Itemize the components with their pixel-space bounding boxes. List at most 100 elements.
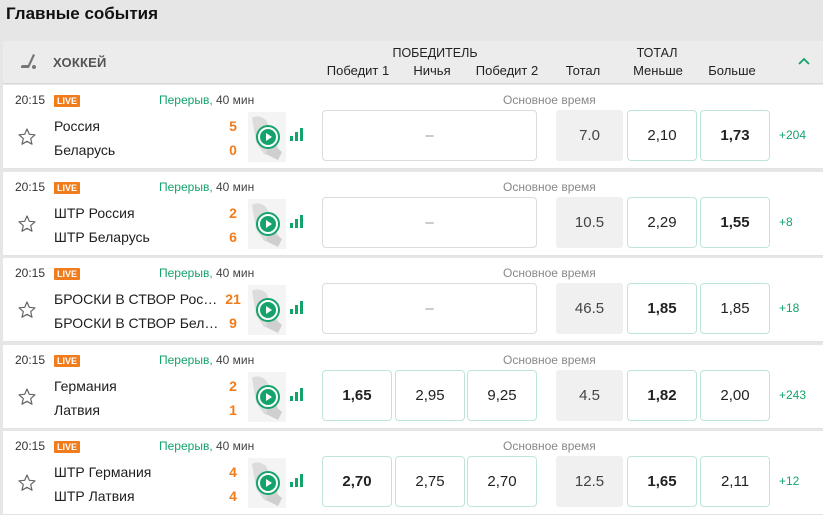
- event-row: 20:15 LIVE Перерыв, 40 мин БРОСКИ В СТВО…: [3, 258, 823, 342]
- live-badge: LIVE: [54, 354, 81, 367]
- odd-under[interactable]: 1,85: [627, 283, 697, 334]
- odd-under[interactable]: 1,65: [627, 456, 697, 507]
- odd-winner-1[interactable]: 1,65: [322, 369, 392, 421]
- stats-signal-icon[interactable]: [289, 300, 305, 314]
- odd-winner-2[interactable]: 9,25: [467, 369, 537, 421]
- odd-under[interactable]: 2,29: [627, 196, 697, 248]
- odd-winner-1[interactable]: 2,70: [322, 456, 392, 507]
- score-home: 4: [229, 464, 237, 480]
- live-badge: LIVE: [54, 441, 81, 453]
- star-icon[interactable]: [17, 473, 37, 493]
- sport-name: ХОККЕЙ: [53, 55, 107, 70]
- chevron-up-icon[interactable]: [797, 55, 811, 67]
- score-away: 9: [229, 315, 237, 331]
- more-markets-link[interactable]: +12: [779, 474, 799, 488]
- events-panel: ХОККЕЙ ПОБЕДИТЕЛЬ ТОТАЛ Победит 1 Ничья …: [3, 41, 823, 515]
- period-label: Основное время: [503, 266, 596, 280]
- col-under: Меньше: [633, 63, 683, 78]
- more-markets-link[interactable]: +18: [779, 301, 799, 315]
- odd-draw[interactable]: 2,95: [395, 369, 465, 421]
- star-icon[interactable]: [17, 387, 37, 407]
- score-away: 4: [229, 488, 237, 504]
- period-label: Основное время: [503, 439, 596, 453]
- col-winner-2: Победит 2: [475, 63, 539, 78]
- team-away[interactable]: ШТР Латвия: [54, 488, 221, 504]
- total-line: 46.5: [556, 283, 623, 334]
- status-minutes: 40 мин: [216, 266, 255, 280]
- play-video-icon[interactable]: [256, 211, 280, 236]
- more-markets-link[interactable]: +243: [779, 388, 806, 402]
- odds-unavailable: –: [322, 283, 537, 334]
- match-status: Перерыв, 40 мин: [159, 180, 254, 194]
- stats-signal-icon[interactable]: [289, 214, 305, 228]
- period-label: Основное время: [503, 352, 596, 367]
- odd-draw[interactable]: 2,75: [395, 456, 465, 507]
- play-video-icon[interactable]: [256, 471, 280, 495]
- team-home[interactable]: Германия: [54, 378, 221, 394]
- score-away: 1: [229, 401, 237, 418]
- star-icon[interactable]: [17, 300, 37, 320]
- odds-unavailable: –: [322, 196, 537, 248]
- team-away[interactable]: Беларусь: [54, 142, 221, 158]
- stats-signal-icon[interactable]: [289, 387, 305, 401]
- more-markets-link[interactable]: +204: [779, 128, 806, 142]
- score-home: 21: [225, 291, 241, 307]
- team-home[interactable]: БРОСКИ В СТВОР Рос…: [54, 291, 221, 307]
- live-badge: LIVE: [54, 181, 81, 194]
- play-video-icon[interactable]: [256, 125, 280, 149]
- match-status: Перерыв, 40 мин: [159, 266, 254, 280]
- event-time: 20:15: [15, 439, 46, 453]
- odd-under[interactable]: 1,82: [627, 369, 697, 421]
- match-status: Перерыв, 40 мин: [159, 353, 254, 367]
- match-status: Перерыв, 40 мин: [159, 93, 254, 107]
- more-markets-link[interactable]: +8: [779, 215, 793, 229]
- star-icon[interactable]: [17, 127, 37, 147]
- total-line: 4.5: [556, 369, 623, 421]
- status-text: Перерыв,: [159, 179, 213, 194]
- winner-group-title: ПОБЕДИТЕЛЬ: [392, 46, 478, 60]
- team-away[interactable]: БРОСКИ В СТВОР Бел…: [54, 315, 221, 331]
- team-away[interactable]: Латвия: [54, 402, 221, 418]
- total-line: 10.5: [556, 196, 623, 248]
- event-row: 20:15 LIVE Перерыв, 40 мин ШТР Россия ШТ…: [3, 171, 823, 256]
- odd-over[interactable]: 1,55: [700, 196, 770, 248]
- team-home[interactable]: ШТР Германия: [54, 464, 221, 480]
- event-row: 20:15 LIVE Перерыв, 40 мин Россия Белару…: [3, 85, 823, 169]
- status-text: Перерыв,: [159, 93, 213, 107]
- live-badge: LIVE: [54, 268, 81, 280]
- team-away[interactable]: ШТР Беларусь: [54, 229, 221, 245]
- score-home: 2: [229, 377, 237, 394]
- page-title: Главные события: [6, 4, 159, 23]
- match-status: Перерыв, 40 мин: [159, 439, 254, 453]
- team-home[interactable]: Россия: [54, 118, 221, 134]
- odd-over[interactable]: 2,00: [700, 369, 770, 421]
- col-total: Тотал: [565, 63, 601, 78]
- live-badge: LIVE: [54, 95, 81, 107]
- odd-over[interactable]: 1,85: [700, 283, 770, 334]
- stats-signal-icon[interactable]: [289, 127, 305, 141]
- col-winner-1: Победит 1: [326, 63, 390, 78]
- team-home[interactable]: ШТР Россия: [54, 205, 221, 221]
- hockey-stick-icon: [21, 54, 36, 69]
- status-text: Перерыв,: [159, 266, 213, 280]
- event-row: 20:15 LIVE Перерыв, 40 мин Германия Латв…: [3, 344, 823, 429]
- col-over: Больше: [708, 63, 756, 78]
- odd-over[interactable]: 2,11: [700, 456, 770, 507]
- event-time: 20:15: [15, 179, 46, 194]
- star-icon[interactable]: [17, 214, 37, 234]
- play-video-icon[interactable]: [256, 298, 280, 322]
- odd-winner-2[interactable]: 2,70: [467, 456, 537, 507]
- score-away: 6: [229, 228, 237, 245]
- play-video-icon[interactable]: [256, 384, 280, 409]
- status-minutes: 40 мин: [216, 179, 255, 194]
- stats-signal-icon[interactable]: [289, 473, 305, 487]
- period-label: Основное время: [503, 179, 596, 194]
- odd-over[interactable]: 1,73: [700, 110, 770, 161]
- status-minutes: 40 мин: [216, 352, 255, 367]
- event-row: 20:15 LIVE Перерыв, 40 мин ШТР Германия …: [3, 431, 823, 515]
- score-away: 0: [229, 142, 237, 158]
- event-time: 20:15: [15, 352, 46, 367]
- total-line: 12.5: [556, 456, 623, 507]
- odd-under[interactable]: 2,10: [627, 110, 697, 161]
- status-minutes: 40 мин: [216, 439, 255, 453]
